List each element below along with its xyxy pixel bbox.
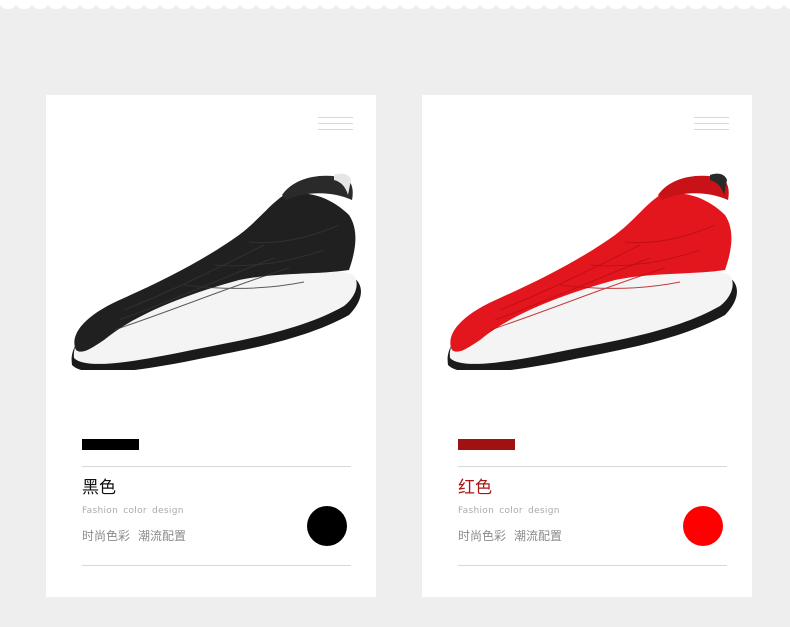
- divider-top: [458, 466, 727, 467]
- black-slip-on-shoe-image: [71, 173, 361, 370]
- desc-trendy-colors: 时尚色彩: [82, 529, 131, 543]
- color-bar-red: [458, 439, 515, 450]
- product-card-black[interactable]: 黑色 Fashion color design 时尚色彩 潮流配置: [46, 95, 376, 597]
- fashion-color-design-text: Fashion color design: [458, 506, 560, 516]
- divider-top: [82, 466, 351, 467]
- color-name-black: 黑色: [82, 478, 116, 498]
- desc-trendy-colors: 时尚色彩: [458, 529, 507, 543]
- color-swatch-black[interactable]: [307, 506, 347, 546]
- product-description: 时尚色彩 潮流配置: [458, 527, 562, 544]
- fashion-color-design-text: Fashion color design: [82, 506, 184, 516]
- color-bar-black: [82, 439, 139, 450]
- product-description: 时尚色彩 潮流配置: [82, 527, 186, 544]
- color-name-red: 红色: [458, 478, 492, 498]
- menu-lines-icon: [694, 117, 729, 133]
- divider-bottom: [82, 565, 351, 566]
- product-card-red[interactable]: 红色 Fashion color design 时尚色彩 潮流配置: [422, 95, 752, 597]
- desc-trendy-config: 潮流配置: [514, 529, 563, 543]
- color-swatch-red[interactable]: [683, 506, 723, 546]
- red-slip-on-shoe-image: [447, 173, 737, 370]
- scalloped-top-border: [0, 0, 790, 22]
- menu-lines-icon: [318, 117, 353, 133]
- desc-trendy-config: 潮流配置: [138, 529, 187, 543]
- divider-bottom: [458, 565, 727, 566]
